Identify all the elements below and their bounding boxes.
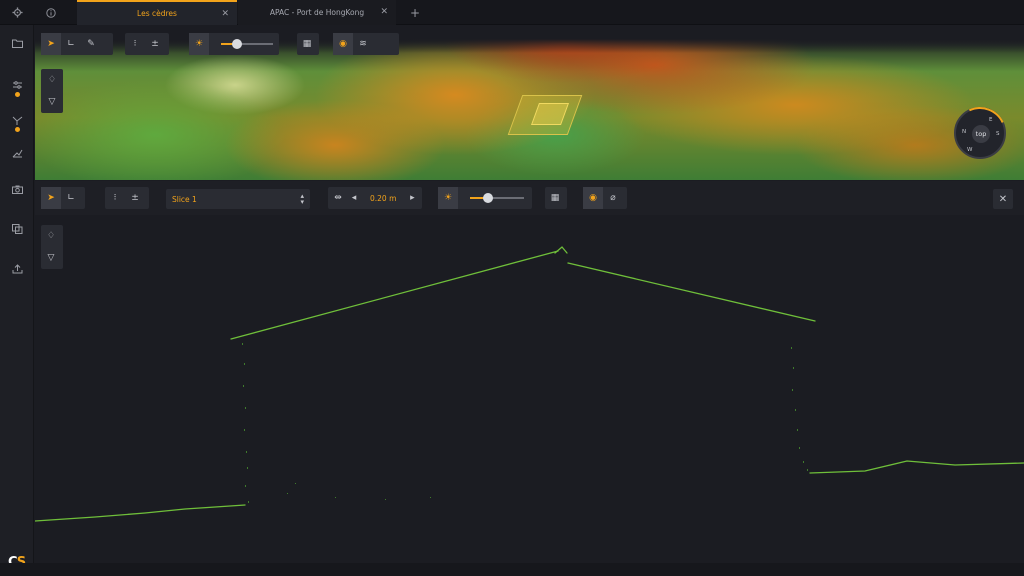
measure-icon[interactable]: [0, 143, 34, 163]
compass-w: W: [967, 147, 973, 153]
tab-les-cedres[interactable]: Les cèdres ✕: [77, 0, 237, 25]
left-sidebar: CS: [0, 25, 34, 576]
point-size-icon[interactable]: ⁝: [105, 187, 125, 209]
filter-icon[interactable]: ▽: [42, 91, 62, 113]
profile-points: [35, 246, 1024, 522]
close-slice-button[interactable]: ✕: [993, 189, 1013, 209]
tab-label: APAC - Port de HongKong: [269, 8, 365, 17]
tab-label: Les cèdres: [137, 9, 177, 18]
tab-bar: Les cèdres ✕ APAC - Port de HongKong ✕ +: [0, 0, 1024, 25]
plus-icon[interactable]: +: [405, 0, 425, 25]
slice-brightness-control: ☀: [438, 187, 532, 209]
info-icon[interactable]: [34, 0, 68, 25]
clip-icon[interactable]: [0, 219, 34, 239]
select-caret-icon: ▴ ▾: [300, 192, 304, 206]
slice-nav-tools: ➤ ∟: [41, 187, 85, 209]
blank-tool[interactable]: [373, 33, 393, 55]
view-compass[interactable]: N E S W top: [946, 99, 1014, 167]
paint-bucket-icon[interactable]: ♢: [42, 69, 62, 91]
slice-thickness-control: ⇹ ◂ 0.20 m ▸: [328, 187, 422, 209]
status-dot: [15, 92, 20, 97]
app-root: Les cèdres ✕ APAC - Port de HongKong ✕ +: [0, 0, 1024, 576]
compass-s: S: [996, 131, 1000, 137]
pointer-icon[interactable]: ➤: [41, 33, 61, 55]
slice-profile-view[interactable]: ♢ ▽: [35, 215, 1024, 563]
tab-apac-hongkong[interactable]: APAC - Port de HongKong ✕: [238, 0, 396, 25]
sky-background: [35, 25, 1024, 53]
decrease-thickness-button[interactable]: ◂: [348, 187, 360, 209]
point-size-stepper[interactable]: ±: [125, 187, 145, 209]
close-icon[interactable]: ✕: [221, 9, 229, 19]
status-bar: [0, 563, 1024, 576]
roof-ridge: [554, 246, 568, 254]
measure-angle-icon[interactable]: ∟: [61, 33, 81, 55]
eye-icon[interactable]: ◉: [583, 187, 603, 209]
pointer-icon[interactable]: ➤: [41, 187, 61, 209]
measure-angle-icon[interactable]: ∟: [61, 187, 81, 209]
slice-toolbar: ➤ ∟ ⁝ ± Slice 1 ▴▾ ⇹ ◂ 0.20 m ▸ ☀ ▦ ◉ ⌀: [35, 181, 1024, 215]
sun-icon[interactable]: ☀: [189, 33, 209, 55]
grid-icon[interactable]: ▦: [545, 187, 565, 209]
roof-left-profile: [230, 250, 559, 340]
slice-select[interactable]: Slice 1 ▴ ▾: [166, 189, 310, 209]
side-tool-stack: ♢ ▽: [41, 69, 63, 113]
navigation-tools: ➤ ∟ ✎: [41, 33, 113, 55]
folder-icon[interactable]: [0, 33, 34, 53]
brightness-slider-knob[interactable]: [232, 39, 242, 49]
compass-top-button[interactable]: top: [972, 125, 990, 143]
increase-thickness-button[interactable]: ▸: [406, 187, 418, 209]
point-size-tools: ⁝ ±: [125, 33, 169, 55]
status-dot: [15, 127, 20, 132]
ground-left-profile: [35, 504, 246, 522]
brightness-slider-knob[interactable]: [483, 193, 493, 203]
box-icon[interactable]: ▦: [297, 33, 317, 55]
wall-points: [242, 343, 808, 503]
sun-icon[interactable]: ☀: [438, 187, 458, 209]
pick-icon[interactable]: ✎: [81, 33, 101, 55]
point-size-stepper[interactable]: ±: [145, 33, 165, 55]
point-size-icon[interactable]: ⁝: [125, 33, 145, 55]
layer-tools: ◉ ≋: [333, 33, 399, 55]
export-icon[interactable]: [0, 259, 34, 279]
eye-icon[interactable]: ◉: [333, 33, 353, 55]
hide-icon[interactable]: ⌀: [603, 187, 623, 209]
roof-right-profile: [567, 262, 816, 322]
slice-layer-tools: ◉ ⌀: [583, 187, 627, 209]
grid-toggle: ▦: [545, 187, 567, 209]
slice-point-size-tools: ⁝ ±: [105, 187, 149, 209]
camera-icon[interactable]: [0, 179, 34, 199]
render-mode-tools: ▦: [297, 33, 319, 55]
brightness-control: ☀: [189, 33, 279, 55]
ground-right-profile: [809, 460, 1024, 474]
close-icon[interactable]: ✕: [380, 7, 388, 17]
gear-icon[interactable]: [0, 0, 34, 25]
thickness-icon: ⇹: [334, 193, 342, 203]
thickness-value[interactable]: 0.20 m: [360, 194, 406, 203]
compass-n: N: [962, 129, 967, 135]
slice-select-value: Slice 1: [172, 194, 197, 204]
compass-e: E: [989, 117, 993, 123]
point-cloud-3d-view[interactable]: ➤ ∟ ✎ ⁝ ± ☀ ▦ ◉ ≋ ♢ ▽ N E S W top: [35, 25, 1024, 180]
layers-icon[interactable]: ≋: [353, 33, 373, 55]
